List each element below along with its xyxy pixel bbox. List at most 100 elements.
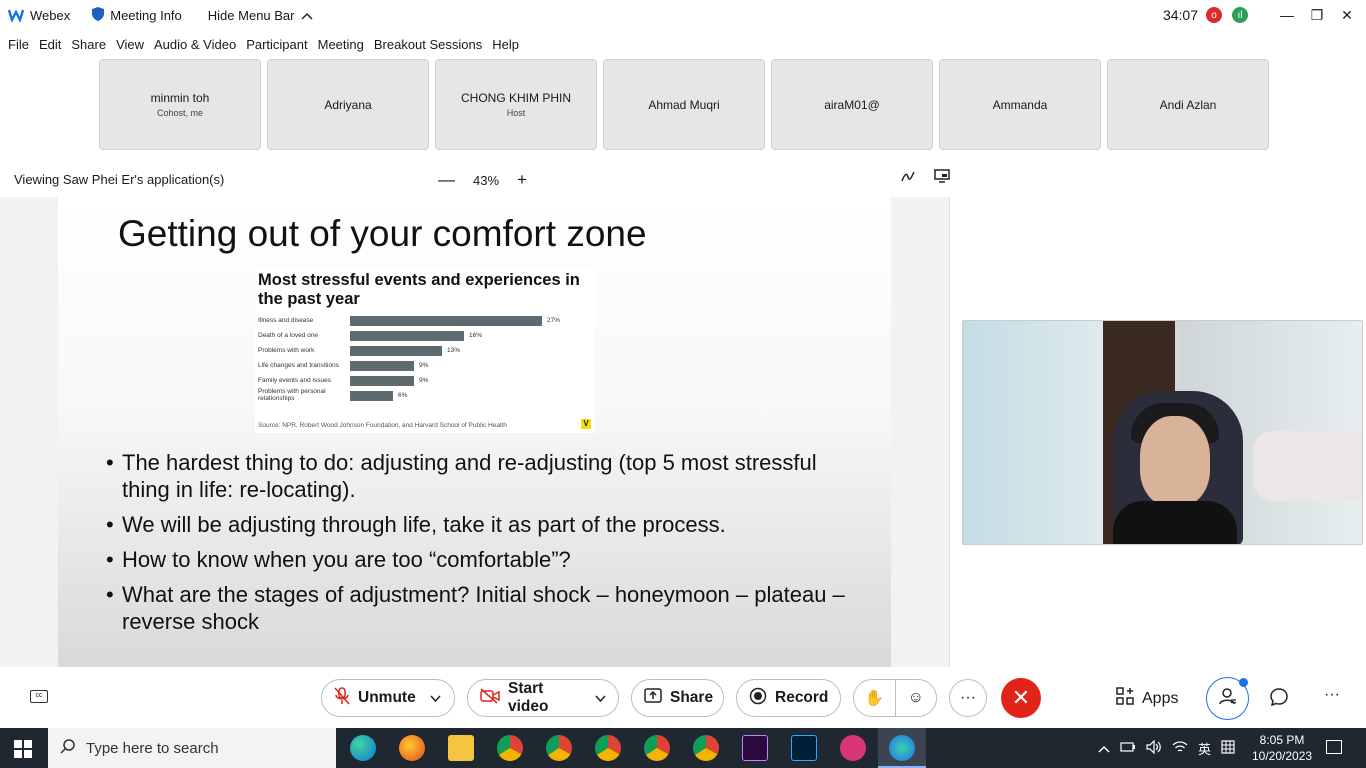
chrome-profile-icon[interactable]	[497, 735, 523, 761]
chrome-profile-icon[interactable]	[595, 735, 621, 761]
meeting-info-button[interactable]: Meeting Info	[92, 6, 182, 24]
record-button[interactable]: Record	[736, 679, 841, 717]
menu-audio-video[interactable]: Audio & Video	[154, 37, 236, 52]
hide-menu-bar-label: Hide Menu Bar	[207, 7, 295, 23]
video-person-face	[1140, 416, 1210, 506]
chevron-up-icon	[300, 8, 313, 23]
start-video-button[interactable]: Start video	[467, 679, 619, 717]
zoom-in-button[interactable]: +	[517, 170, 527, 190]
minimize-icon[interactable]: —	[1272, 7, 1302, 23]
menu-help[interactable]: Help	[492, 37, 519, 52]
close-window-icon[interactable]: ✕	[1332, 7, 1362, 24]
clock-time: 8:05 PM	[1259, 733, 1305, 747]
chart-category-label: Death of a loved one	[258, 332, 318, 339]
participant-name: Ahmad Muqri	[648, 97, 720, 112]
menu-edit[interactable]: Edit	[39, 37, 61, 52]
video-background	[1253, 431, 1362, 501]
menu-file[interactable]: File	[8, 37, 29, 52]
reactions-icon[interactable]: ☺	[895, 689, 936, 707]
participant-name: Andi Azlan	[1159, 97, 1217, 112]
chart-bar	[350, 346, 442, 356]
shield-icon	[92, 6, 105, 24]
bullet-item: What are the stages of adjustment? Initi…	[106, 581, 846, 635]
menu-meeting[interactable]: Meeting	[318, 37, 364, 52]
chat-icon[interactable]	[1270, 688, 1288, 711]
share-button[interactable]: Share	[631, 679, 724, 717]
annotate-icon[interactable]	[900, 169, 916, 186]
input-language-indicator[interactable]: 英	[1198, 739, 1211, 758]
camera-off-icon	[480, 687, 500, 709]
zoom-out-button[interactable]: —	[438, 170, 455, 190]
raise-hand-icon[interactable]: ✋	[854, 689, 895, 708]
network-stats-icon[interactable]: ıl	[1232, 7, 1248, 23]
participants-button[interactable]	[1206, 677, 1249, 720]
unmute-button[interactable]: Unmute	[321, 679, 455, 717]
menu-participant[interactable]: Participant	[246, 37, 307, 52]
chrome-profile-icon[interactable]	[546, 735, 572, 761]
chevron-up-icon[interactable]	[1098, 741, 1110, 756]
menu-bar: File Edit Share View Audio & Video Parti…	[0, 32, 521, 56]
menu-share[interactable]: Share	[71, 37, 106, 52]
menu-view[interactable]: View	[116, 37, 144, 52]
vox-logo: V	[581, 419, 591, 429]
webex-taskbar-icon[interactable]	[889, 735, 915, 761]
participant-tile[interactable]: Ahmad Muqri	[603, 59, 765, 150]
participants-icon	[1218, 687, 1237, 710]
menu-breakout-sessions[interactable]: Breakout Sessions	[374, 37, 482, 52]
participant-tile[interactable]: Ammanda	[939, 59, 1101, 150]
chart-bar	[350, 376, 414, 386]
battery-icon[interactable]	[1120, 741, 1136, 756]
participant-tile[interactable]: CHONG KHIM PHIN Host	[435, 59, 597, 150]
wifi-icon[interactable]	[1172, 740, 1188, 757]
windows-start-icon[interactable]	[14, 740, 32, 758]
chart-category-label: Life changes and transitions	[258, 362, 339, 369]
premiere-pro-icon[interactable]	[742, 735, 768, 761]
chrome-icon[interactable]	[693, 735, 719, 761]
chart-bar	[350, 331, 464, 341]
taskbar-clock[interactable]: 8:05 PM 10/20/2023	[1252, 732, 1312, 764]
zoom-level: 43%	[473, 172, 500, 188]
chrome-profile-icon[interactable]	[644, 735, 670, 761]
viewing-label: Viewing Saw Phei Er's application(s)	[14, 172, 225, 187]
apps-button[interactable]: Apps	[1116, 687, 1178, 710]
leave-meeting-button[interactable]: ✕	[1001, 678, 1041, 718]
participant-tile[interactable]: minmin toh Cohost, me	[99, 59, 261, 150]
microphone-muted-icon	[334, 686, 350, 710]
participant-name: airaM01@	[824, 97, 880, 112]
search-placeholder: Type here to search	[86, 739, 219, 757]
webex-app-menu[interactable]: Webex	[7, 8, 70, 24]
closed-captions-icon[interactable]: cc	[30, 690, 48, 703]
recording-indicator-icon[interactable]: o	[1206, 7, 1222, 23]
file-explorer-icon[interactable]	[448, 735, 474, 761]
taskbar-search[interactable]: Type here to search	[48, 728, 336, 768]
self-video-preview[interactable]	[962, 320, 1363, 545]
participant-tile[interactable]: Andi Azlan	[1107, 59, 1269, 150]
ime-mode-icon[interactable]	[1221, 739, 1235, 757]
bullet-item: The hardest thing to do: adjusting and r…	[106, 449, 846, 503]
edge-icon[interactable]	[350, 735, 376, 761]
stress-events-chart: Most stressful events and experiences in…	[255, 267, 595, 433]
volume-icon[interactable]	[1146, 739, 1162, 757]
slide-bullet-list: The hardest thing to do: adjusting and r…	[106, 449, 846, 643]
apps-icon	[1116, 687, 1134, 710]
notification-center-icon[interactable]	[1326, 740, 1342, 754]
unmute-label: Unmute	[358, 689, 416, 706]
meeting-timer: 34:07	[1162, 7, 1198, 23]
more-panels-icon[interactable]: ···	[1324, 686, 1340, 704]
photoshop-icon[interactable]	[791, 735, 817, 761]
chevron-down-icon[interactable]	[430, 691, 441, 705]
apps-label: Apps	[1142, 689, 1179, 707]
view-options-icon[interactable]	[934, 169, 950, 186]
more-options-button[interactable]: ···	[949, 679, 987, 717]
chevron-down-icon[interactable]	[595, 691, 606, 705]
shared-content-area[interactable]: Getting out of your comfort zone Most st…	[0, 197, 950, 667]
chart-bar	[350, 361, 414, 371]
restore-icon[interactable]: ❐	[1302, 7, 1332, 24]
participant-name: CHONG KHIM PHIN	[460, 91, 571, 105]
participant-tile[interactable]: Adriyana	[267, 59, 429, 150]
firefox-icon[interactable]	[399, 735, 425, 761]
participant-tile[interactable]: airaM01@	[771, 59, 933, 150]
record-icon	[749, 687, 767, 710]
wps-office-icon[interactable]	[840, 735, 866, 761]
hide-menu-bar-button[interactable]: Hide Menu Bar	[208, 8, 313, 23]
